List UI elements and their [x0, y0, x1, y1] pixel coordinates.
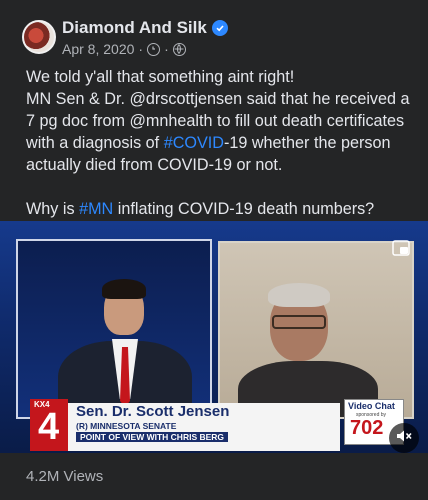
meta-separator: · [138, 41, 144, 57]
video-chat-number: 702 [350, 417, 384, 439]
post-line-4-pre: with a diagnosis of [26, 134, 164, 152]
expand-icon[interactable] [392, 240, 410, 256]
speaker-muted-icon [396, 429, 412, 448]
post-line-6: Why is #MN inflating COVID-19 death numb… [26, 198, 421, 220]
verified-badge-icon [211, 20, 228, 36]
author-row: Diamond And Silk [62, 18, 228, 38]
lower-third-name: Sen. Dr. Scott Jensen [76, 403, 230, 420]
post-line-6-pre: Why is [26, 200, 80, 218]
mute-button[interactable] [389, 423, 419, 453]
views-count: 4.2M Views [26, 468, 104, 485]
anchor-panel [16, 239, 212, 419]
post-text: We told y'all that something aint right!… [26, 66, 421, 220]
post-line-6-post: inflating COVID-19 death numbers? [113, 200, 375, 218]
post-line-3: 7 pg doc from @mnhealth to fill out deat… [26, 112, 405, 130]
lower-third-show: POINT OF VIEW WITH CHRIS BERG [76, 432, 229, 442]
post-line-4: with a diagnosis of #COVID-19 whether th… [26, 132, 421, 154]
lower-third: KX4 4 Sen. Dr. Scott Jensen (R) MINNESOT… [0, 399, 428, 453]
video-player[interactable]: KX4 4 Sen. Dr. Scott Jensen (R) MINNESOT… [0, 221, 428, 453]
station-number: 4 [38, 406, 60, 448]
globe-icon [172, 42, 186, 56]
post-line-4-post: -19 whether the person [223, 134, 391, 152]
video-chat-title: Video Chat [348, 401, 395, 411]
author-name[interactable]: Diamond And Silk [62, 18, 207, 38]
post-card: Diamond And Silk Apr 8, 2020 · · We told… [0, 0, 428, 500]
post-meta: Apr 8, 2020 · · [62, 41, 186, 57]
meta-separator-2: · [164, 41, 169, 57]
guest-hair [268, 283, 330, 307]
post-line-1: We told y'all that something aint right! [26, 68, 295, 86]
anchor-hair [102, 279, 146, 299]
post-line-5: actually died from COVID-19 or not. [26, 156, 283, 174]
guest-panel [218, 241, 414, 419]
hashtag-covid[interactable]: #COVID [164, 134, 224, 152]
post-line-2: MN Sen & Dr. @drscottjensen said that he… [26, 90, 410, 108]
post-date[interactable]: Apr 8, 2020 [62, 41, 134, 57]
hashtag-mn[interactable]: #MN [79, 200, 113, 218]
lower-third-title: (R) MINNESOTA SENATE [76, 421, 177, 431]
guest-glasses [272, 315, 326, 329]
clock-icon [147, 42, 161, 56]
author-avatar[interactable] [22, 20, 56, 54]
